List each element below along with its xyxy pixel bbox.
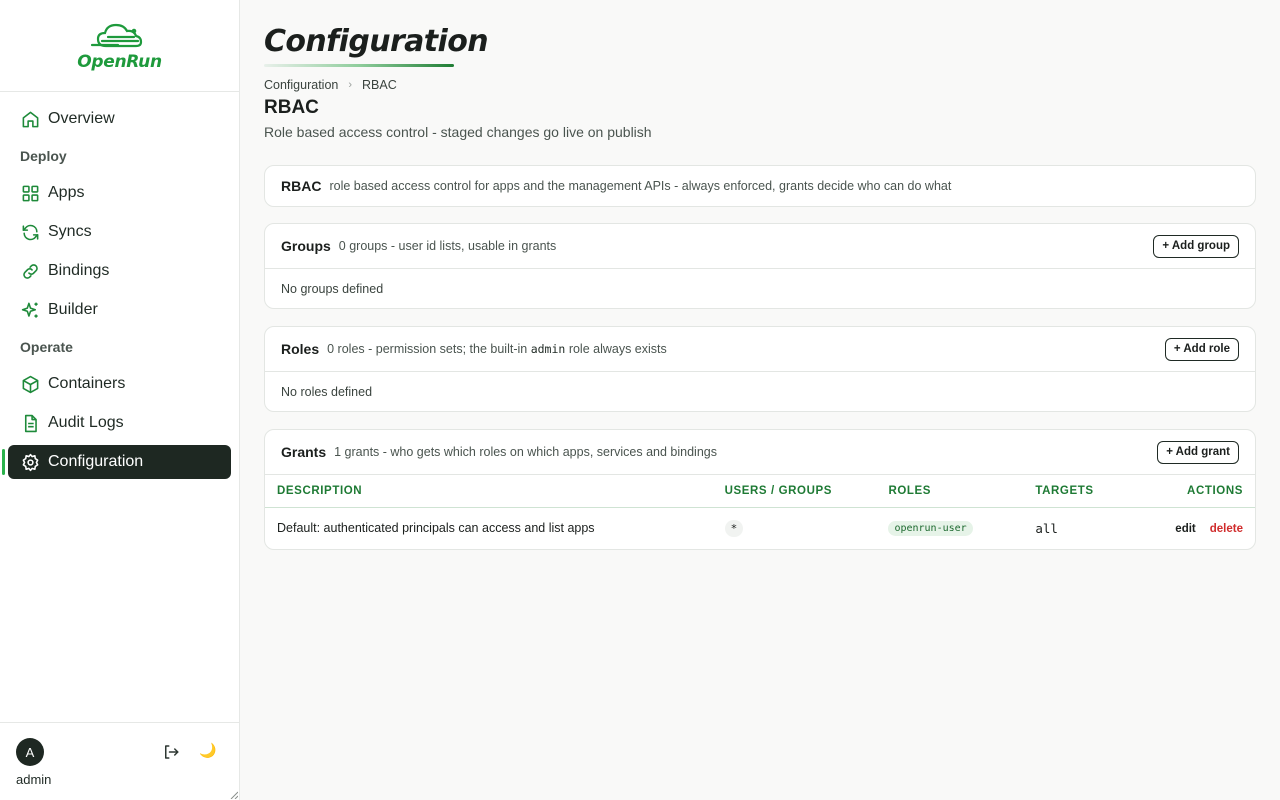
rbac-card-title: RBAC [281,178,322,194]
delete-grant-button[interactable]: delete [1210,523,1243,535]
resize-handle-icon[interactable] [230,791,238,799]
grants-card-description: 1 grants - who gets which roles on which… [334,445,717,459]
nav-label-apps: Apps [48,184,85,201]
page-title: Configuration [264,24,489,59]
rbac-info-card: RBAC role based access control for apps … [264,165,1256,207]
nav-label-syncs: Syncs [48,223,92,240]
user-panel: A admin 🌙 [0,722,239,800]
groups-empty-state: No groups defined [265,268,1255,308]
nav-item-apps[interactable]: Apps [8,176,231,210]
col-header-roles: ROLES [876,474,1024,508]
title-underline [264,64,454,67]
nav-label-builder: Builder [48,301,98,318]
gear-icon [20,452,40,472]
rbac-card-description: role based access control for apps and t… [329,179,952,193]
grants-card: Grants 1 grants - who gets which roles o… [264,429,1256,550]
sidebar: OpenRun Overview Deploy Apps Syncs Bindi… [0,0,240,800]
openrun-logo-icon [90,23,142,47]
nav-item-containers[interactable]: Containers [8,367,231,401]
roles-desc-post: role always exists [568,342,667,356]
grant-description: Default: authenticated principals can ac… [277,521,595,536]
nav-label-audit-logs: Audit Logs [48,414,124,431]
nav-item-bindings[interactable]: Bindings [8,254,231,288]
roles-card-description: 0 roles - permission sets; the built-in … [327,342,667,356]
col-header-description: DESCRIPTION [265,474,713,508]
breadcrumb-rbac: RBAC [362,78,397,92]
logout-icon[interactable] [162,743,180,761]
roles-desc-code: admin [530,342,566,356]
cube-icon [20,374,40,394]
grant-targets: all [1035,520,1058,536]
add-group-button[interactable]: + Add group [1153,234,1239,258]
nav-item-configuration[interactable]: Configuration [2,445,231,479]
breadcrumb: Configuration › RBAC [264,78,1256,92]
edit-grant-button[interactable]: edit [1175,523,1195,535]
section-description: Role based access control - staged chang… [264,124,652,140]
nav-label-overview: Overview [48,110,115,127]
nav-label-bindings: Bindings [48,262,110,279]
nav-item-overview[interactable]: Overview [8,102,231,136]
moon-icon[interactable]: 🌙 [199,742,216,759]
nav-label-containers: Containers [48,375,126,392]
add-grant-button[interactable]: + Add grant [1157,440,1239,464]
grant-users: * [724,519,744,537]
col-header-users-groups: USERS / GROUPS [712,474,877,508]
add-role-button[interactable]: + Add role [1164,337,1239,361]
link-icon [20,261,40,281]
grant-role-badge: openrun-user [888,521,973,537]
username: admin [16,772,52,787]
breadcrumb-configuration[interactable]: Configuration [264,78,338,92]
nav-section-operate: Operate [20,339,73,355]
main-content: Configuration Configuration › RBAC RBAC … [264,0,1256,550]
roles-card-title: Roles [281,341,320,357]
nav-item-syncs[interactable]: Syncs [8,215,231,249]
col-header-targets: TARGETS [1023,474,1164,508]
nav-item-audit-logs[interactable]: Audit Logs [8,406,231,440]
col-header-actions: ACTIONS [1163,474,1255,508]
roles-empty-state: No roles defined [265,371,1255,411]
grants-table-header: DESCRIPTION USERS / GROUPS ROLES TARGETS… [265,474,1255,508]
nav-section-deploy: Deploy [20,148,67,164]
grants-table: DESCRIPTION USERS / GROUPS ROLES TARGETS… [265,474,1255,549]
grid-icon [20,183,40,203]
avatar[interactable]: A [16,738,44,766]
section-title: RBAC [264,97,319,118]
groups-card-title: Groups [281,238,331,254]
chevron-right-icon: › [348,79,353,91]
home-icon [20,109,40,129]
sparkles-icon [20,300,40,320]
brand-name: OpenRun [77,51,162,72]
grants-card-title: Grants [281,444,327,460]
nav-label-configuration: Configuration [48,453,144,470]
groups-card: Groups 0 groups - user id lists, usable … [264,223,1256,309]
brand-logo[interactable]: OpenRun [0,0,239,92]
roles-desc-pre: 0 roles - permission sets; the built-in [327,342,528,356]
nav-item-builder[interactable]: Builder [8,293,231,327]
groups-card-description: 0 groups - user id lists, usable in gran… [338,239,557,253]
table-row: Default: authenticated principals can ac… [265,508,1255,549]
roles-card: Roles 0 roles - permission sets; the bui… [264,326,1256,412]
document-icon [20,413,40,433]
refresh-icon [20,222,40,242]
main-nav: Overview Deploy Apps Syncs Bindings Buil… [0,92,239,479]
